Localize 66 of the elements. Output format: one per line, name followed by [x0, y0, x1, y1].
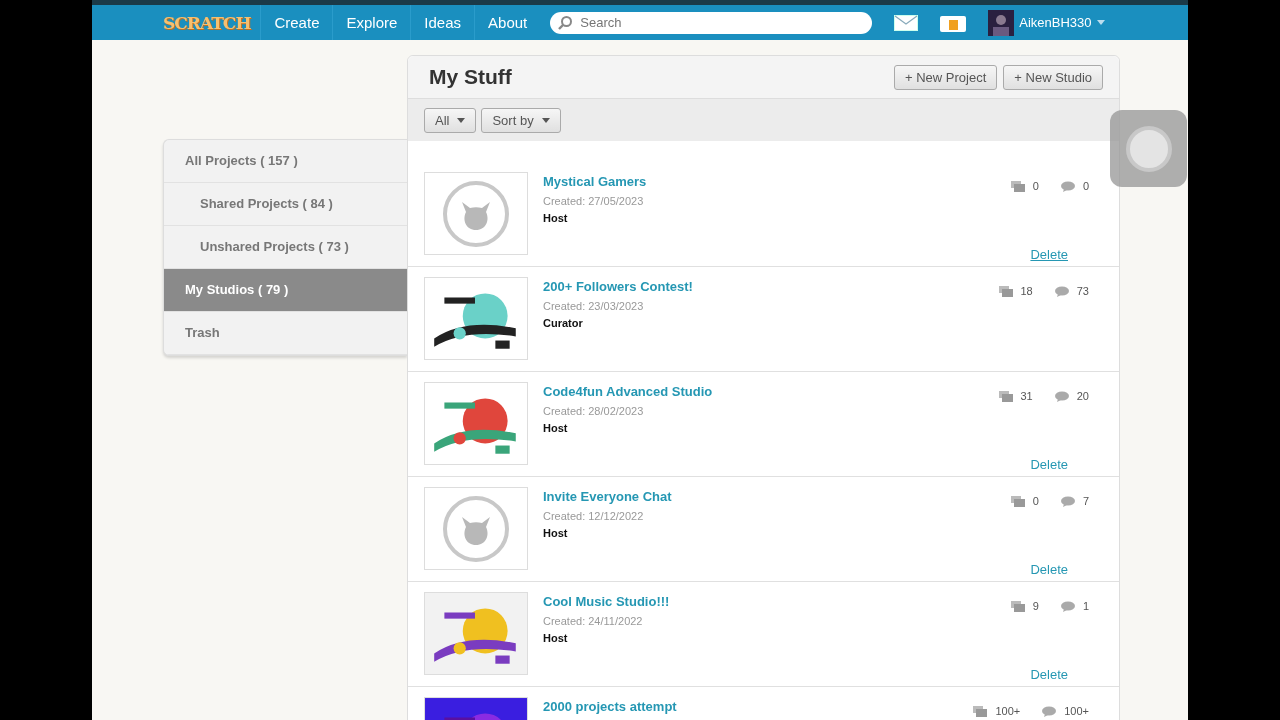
role-label: Host [543, 632, 569, 644]
nav-link[interactable]: About [474, 5, 541, 40]
page-title: My Stuff [429, 65, 512, 89]
projects-icon [998, 285, 1013, 297]
sidebar-item[interactable]: My Studios ( 79 ) [164, 269, 407, 312]
new-button[interactable]: + New Studio [1003, 64, 1103, 90]
dropdown-button[interactable]: All [424, 107, 477, 133]
comment-icon [1054, 285, 1069, 297]
comment-count: 0 [1082, 180, 1089, 192]
nav-link[interactable]: Explore [332, 5, 411, 40]
avatar-icon[interactable] [988, 9, 1015, 36]
comment-icon [1060, 495, 1075, 507]
projects-icon [973, 705, 988, 717]
created-date: Created: 24/11/2022 [543, 615, 644, 627]
nav-link[interactable]: Create [260, 5, 333, 40]
caret-icon [541, 117, 550, 123]
comment-icon [1060, 600, 1075, 612]
created-date: Created: 28/02/2023 [543, 405, 645, 417]
project-count: 0 [1032, 495, 1039, 507]
projects-icon [1010, 600, 1025, 612]
comment-icon [1042, 705, 1057, 717]
delete-link[interactable]: Delete [1030, 562, 1068, 577]
comment-count: 1 [1082, 600, 1089, 612]
nav-link[interactable]: Ideas [410, 5, 475, 40]
comment-icon [1060, 180, 1075, 192]
username[interactable]: AikenBH330 [1019, 15, 1092, 30]
caret-icon [457, 117, 466, 123]
caret-icon[interactable] [1096, 20, 1105, 25]
folder-icon[interactable] [940, 13, 967, 32]
delete-link[interactable]: Delete [1030, 247, 1068, 262]
cat-icon [442, 494, 510, 563]
new-button[interactable]: + New Project [894, 64, 998, 90]
mail-icon[interactable] [894, 14, 919, 31]
search-field[interactable]: Search [550, 11, 873, 34]
comment-icon [1054, 390, 1069, 402]
studio-title-link[interactable]: Cool Music Studio!!! [543, 594, 1011, 609]
comment-count: 100+ [1064, 705, 1089, 717]
project-count: 9 [1032, 600, 1039, 612]
comment-count: 73 [1076, 285, 1089, 297]
studio-title-link[interactable]: Invite Everyone Chat [543, 489, 1011, 504]
studio-title-link[interactable]: Mystical Gamers [543, 174, 1011, 189]
role-label: Host [543, 212, 569, 224]
studio-title-link[interactable]: 2000 projects attempt [543, 699, 974, 714]
created-date: Created: 27/05/2023 [543, 195, 645, 207]
project-count: 18 [1020, 285, 1033, 297]
comment-count: 7 [1082, 495, 1089, 507]
scratch-logo[interactable]: SCRATCH [163, 12, 251, 33]
created-date: Created: 23/03/2023 [543, 300, 645, 312]
role-label: Host [543, 527, 569, 539]
studio-title-link[interactable]: Code4fun Advanced Studio [543, 384, 999, 399]
project-count: 100+ [995, 705, 1021, 717]
cat-icon [442, 179, 510, 248]
role-label: Curator [543, 317, 584, 329]
comment-count: 20 [1076, 390, 1089, 402]
studio-title-link[interactable]: 200+ Followers Contest! [543, 279, 999, 294]
delete-link[interactable]: Delete [1030, 667, 1068, 682]
project-count: 31 [1020, 390, 1033, 402]
projects-icon [1010, 495, 1025, 507]
created-date: Created: 12/12/2022 [543, 510, 645, 522]
project-count: 0 [1032, 180, 1039, 192]
delete-link[interactable]: Delete [1030, 457, 1068, 472]
role-label: Host [543, 422, 569, 434]
projects-icon [1010, 180, 1025, 192]
dropdown-button[interactable]: Sort by [481, 107, 561, 133]
projects-icon [998, 390, 1013, 402]
search-icon [557, 14, 574, 31]
